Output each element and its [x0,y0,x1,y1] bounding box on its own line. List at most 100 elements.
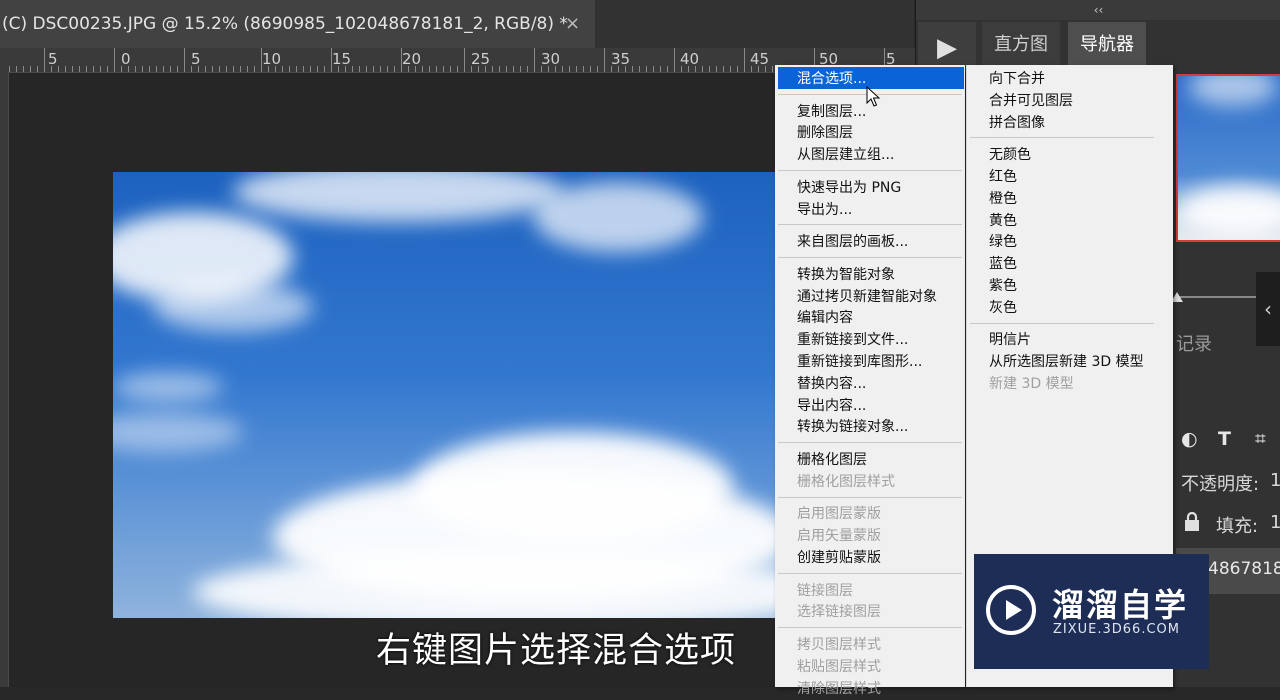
menu-item[interactable]: 栅格化图层 [797,449,867,471]
opacity-value[interactable]: 1 [1270,470,1280,491]
ruler-tick [156,66,157,72]
menu-item[interactable]: 黄色 [989,210,1017,232]
close-icon[interactable]: × [565,0,580,48]
ruler-tick [373,66,374,72]
menu-item[interactable]: 从图层建立组... [797,144,894,166]
menu-item[interactable]: 从所选图层新建 3D 模型 [989,351,1144,373]
ruler-tick [576,66,577,72]
menu-item[interactable]: 灰色 [989,297,1017,319]
shape-filter-icon[interactable]: ⌗ [1255,428,1266,450]
ruler-tick [338,66,339,72]
ruler-label: 15 [332,50,352,68]
menu-item[interactable]: 紫色 [989,275,1017,297]
type-filter-icon[interactable]: T [1218,428,1231,450]
menu-item[interactable]: 导出为... [797,199,852,221]
ruler-tick [184,48,185,72]
ruler-tick [268,66,269,72]
menu-item[interactable]: 来自图层的画板... [797,231,908,253]
ruler-tick [758,66,759,72]
menu-item[interactable]: 明信片 [989,329,1031,351]
fill-value[interactable]: 1 [1270,512,1280,533]
ruler-tick [212,66,213,72]
expand-panel-icon[interactable]: ‹ [1256,272,1280,346]
menu-item[interactable]: 删除图层 [797,122,853,144]
ruler-tick [79,66,80,72]
ruler-label: 0 [121,50,131,68]
ruler-tick [387,66,388,72]
menu-item[interactable]: 替换内容... [797,373,866,395]
ruler-tick [310,66,311,72]
menu-item[interactable]: 无颜色 [989,144,1031,166]
ruler-tick [65,66,66,72]
ruler-tick [471,66,472,72]
menu-item[interactable]: 橙色 [989,188,1017,210]
ruler-tick [296,66,297,72]
menu-item[interactable]: 导出内容... [797,395,866,417]
tab-strip [596,0,914,48]
menu-item[interactable]: 向下合并 [989,68,1045,90]
menu-item: 启用图层蒙版 [797,506,881,523]
menu-item[interactable]: 红色 [989,166,1017,188]
menu-separator [970,322,1154,324]
menu-item[interactable]: 蓝色 [989,253,1017,275]
menu-item[interactable]: 绿色 [989,231,1017,253]
menu-separator [778,442,962,444]
document-tab[interactable]: (C) DSC00235.JPG @ 15.2% (8690985_102048… [0,0,596,48]
ruler-label: 40 [680,50,700,68]
sky-photo[interactable] [113,172,813,618]
ruler-tick [324,66,325,72]
ruler-tick [107,66,108,72]
menu-item[interactable]: 快速导出为 PNG [797,177,901,199]
ruler-tick [352,66,353,72]
collapse-panels-icon[interactable]: ‹‹ [916,0,1280,20]
ruler-tick [562,66,563,72]
ruler-tick [289,66,290,72]
ruler-tick [590,66,591,72]
navigator-thumbnail[interactable] [1176,74,1280,242]
tab-histogram[interactable]: 直方图 [982,22,1060,68]
ruler-tick [149,66,150,72]
ruler-tick [765,66,766,72]
ruler-label: 5 [191,50,201,68]
ruler-tick [254,66,255,72]
adjustment-filter-icon[interactable]: ◐ [1181,428,1198,450]
ruler-tick [72,66,73,72]
menu-item[interactable]: 合并可见图层 [989,90,1073,112]
menu-item: 清除图层样式 [797,680,881,697]
layer-name: 48678181 [1208,559,1280,579]
menu-item[interactable]: 编辑内容 [797,307,853,329]
menu-item[interactable]: 拼合图像 [989,112,1045,134]
ruler-tick [429,66,430,72]
play-logo-icon [986,585,1036,635]
menu-item[interactable]: 通过拷贝新建智能对象 [797,286,937,308]
menu-item[interactable]: 复制图层... [797,101,866,123]
ruler-tick [646,66,647,72]
ruler-tick [51,66,52,72]
ruler-tick [653,66,654,72]
menu-item: 新建 3D 模型 [989,376,1074,392]
menu-item[interactable]: 重新链接到库图形... [797,351,922,373]
ruler-tick [114,48,115,72]
menu-item[interactable]: 混合选项... [797,68,866,90]
menu-item[interactable]: 创建剪贴蒙版 [797,547,881,569]
watermark-url: ZIXUE.3D66.COM [1053,622,1180,637]
ruler-tick [737,66,738,72]
menu-item[interactable]: 转换为智能对象 [797,264,895,286]
tab-navigator[interactable]: 导航器 [1068,22,1146,68]
watermark-title: 溜溜自学 [1052,586,1189,624]
ruler-tick [345,66,346,72]
ruler-tick [450,66,451,72]
menu-item[interactable]: 转换为链接对象... [797,416,908,438]
menu-item[interactable]: 重新链接到文件... [797,329,908,351]
ruler-tick [513,66,514,72]
ruler-tick [443,66,444,72]
ruler-tick [226,66,227,72]
ruler-tick [527,66,528,72]
ruler-label: 5 [48,50,58,68]
ruler-tick [170,66,171,72]
lock-icon[interactable] [1183,511,1201,537]
menu-separator [778,572,962,574]
history-tab-partial[interactable]: 记录 [1176,330,1212,356]
ruler-tick [121,66,122,72]
ruler-tick [457,66,458,72]
